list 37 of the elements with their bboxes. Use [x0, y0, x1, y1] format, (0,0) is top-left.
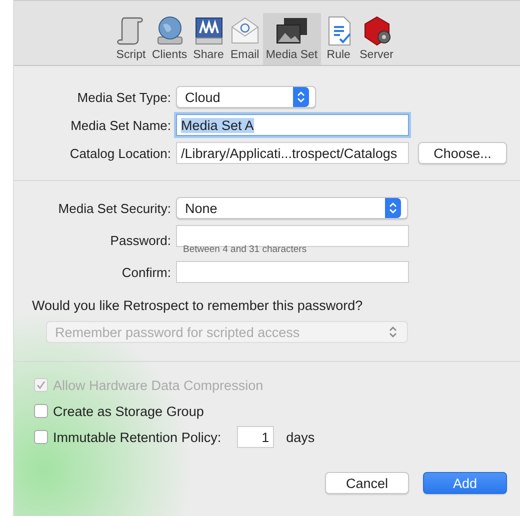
popup-menu[interactable]: Cloud	[176, 86, 316, 108]
days-field[interactable]: 1	[237, 426, 274, 448]
unit-label: days	[286, 430, 315, 444]
checkbox-label: Allow Hardware Data Compression	[53, 378, 264, 392]
choose-button[interactable]: Choose...	[418, 142, 507, 164]
popup-menu[interactable]: None	[176, 197, 408, 219]
checkbox[interactable]	[34, 430, 48, 444]
toolbar-tab[interactable]: Email	[226, 13, 263, 65]
drive-people-icon	[194, 15, 224, 47]
stepper-arrows-icon	[293, 87, 309, 107]
hint-text: Between 4 and 31 characters	[183, 244, 308, 255]
globe-icon	[154, 15, 185, 47]
toolbar-tab[interactable]: Rule	[320, 13, 357, 65]
stepper-arrows-icon	[385, 198, 401, 218]
checkbox-label: Immutable Retention Policy:	[53, 430, 222, 444]
checkbox[interactable]	[34, 404, 48, 418]
field-label: Confirm:	[120, 264, 171, 280]
path-field[interactable]: /Library/Applicati...trospect/Catalogs	[176, 142, 409, 164]
dialog-button[interactable]: Cancel	[325, 472, 409, 494]
question-text: Would you like Retrospect to remember this password?	[32, 298, 364, 313]
text-field[interactable]	[176, 225, 409, 247]
gem-gear-icon	[362, 15, 392, 47]
field-label: Media Set Type:	[76, 90, 171, 104]
toolbar-tab[interactable]: Clients	[149, 13, 190, 65]
text-field[interactable]	[176, 261, 409, 283]
toolbar-tab[interactable]: Share	[190, 13, 227, 65]
default-button[interactable]: Add	[423, 472, 507, 494]
toolbar-tab[interactable]: Media Set	[262, 13, 321, 65]
text-field[interactable]: Media Set A	[176, 114, 409, 136]
field-label: Media Set Name:	[70, 118, 171, 132]
toolbar-tab[interactable]: Script	[113, 13, 149, 65]
scroll-icon	[116, 15, 146, 47]
field-label: Password:	[109, 232, 171, 248]
field-label: Media Set Security:	[57, 200, 171, 216]
toolbar-tab[interactable]: Server	[356, 13, 396, 65]
checkbox-label: Create as Storage Group	[53, 404, 204, 418]
field-label: Catalog Location:	[68, 146, 171, 160]
